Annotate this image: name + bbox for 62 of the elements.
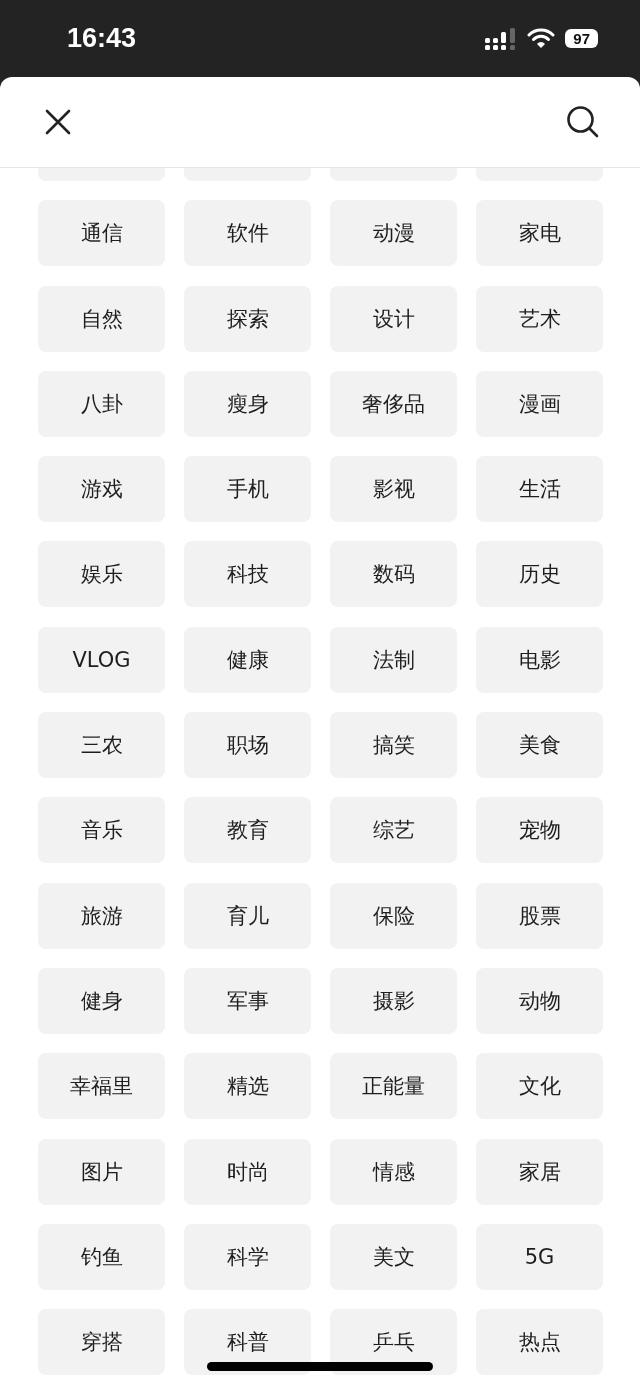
category-tag[interactable]: 艺术: [476, 285, 603, 352]
category-tag[interactable]: 设计: [330, 285, 457, 352]
category-tag[interactable]: 时尚: [184, 1138, 311, 1205]
category-tag[interactable]: 通信: [38, 200, 165, 267]
category-tag[interactable]: 科学: [184, 1223, 311, 1290]
category-tag[interactable]: 电影: [476, 626, 603, 693]
category-tag[interactable]: 健身: [38, 967, 165, 1034]
category-tag[interactable]: 热点: [476, 1309, 603, 1376]
category-tag[interactable]: 宠物: [476, 797, 603, 864]
category-tag[interactable]: 职场: [184, 712, 311, 779]
category-tag[interactable]: VLOG: [38, 626, 165, 693]
category-tag[interactable]: 三农: [38, 712, 165, 779]
category-tag[interactable]: 家居: [476, 1138, 603, 1205]
category-tag[interactable]: 旅游: [38, 882, 165, 949]
category-tag[interactable]: 综艺: [330, 797, 457, 864]
category-tag[interactable]: 法制: [330, 626, 457, 693]
battery-level: 97: [565, 29, 598, 48]
category-tag[interactable]: 5G: [476, 1223, 603, 1290]
status-time: 16:43: [67, 23, 137, 54]
category-tag[interactable]: 文化: [476, 1053, 603, 1120]
category-tag[interactable]: 幸福里: [38, 1053, 165, 1120]
category-tag[interactable]: 生活: [476, 456, 603, 523]
search-button[interactable]: [566, 105, 600, 139]
category-tag[interactable]: 教育: [184, 797, 311, 864]
category-tag[interactable]: 育儿: [184, 882, 311, 949]
close-button[interactable]: [44, 108, 72, 136]
category-tag[interactable]: 健康: [184, 626, 311, 693]
category-tag[interactable]: 手机: [184, 456, 311, 523]
category-tag[interactable]: 探索: [184, 285, 311, 352]
category-tag[interactable]: 乒乓: [330, 1309, 457, 1376]
signal-icon: [485, 27, 518, 50]
category-tag[interactable]: 钓鱼: [38, 1223, 165, 1290]
category-tag[interactable]: 摄影: [330, 967, 457, 1034]
category-tag[interactable]: 图片: [38, 1138, 165, 1205]
category-tag[interactable]: 奢侈品: [330, 370, 457, 437]
category-tag[interactable]: 娱乐: [38, 541, 165, 608]
category-tag[interactable]: 软件: [184, 200, 311, 267]
category-tag[interactable]: 自然: [38, 285, 165, 352]
category-tag[interactable]: 军事: [184, 967, 311, 1034]
category-tag[interactable]: 精选: [184, 1053, 311, 1120]
category-tag[interactable]: 正能量: [330, 1053, 457, 1120]
category-tag[interactable]: 音乐: [38, 797, 165, 864]
category-tag[interactable]: 科技: [184, 541, 311, 608]
category-tag[interactable]: 动物: [476, 967, 603, 1034]
category-tag[interactable]: 动漫: [330, 200, 457, 267]
category-tag[interactable]: 八卦: [38, 370, 165, 437]
category-tag[interactable]: 历史: [476, 541, 603, 608]
category-tag[interactable]: 数码: [330, 541, 457, 608]
wifi-icon: [527, 28, 556, 49]
category-tag[interactable]: 瘦身: [184, 370, 311, 437]
category-tag[interactable]: 股票: [476, 882, 603, 949]
category-tag[interactable]: 游戏: [38, 456, 165, 523]
category-tag[interactable]: 科普: [184, 1309, 311, 1376]
category-tag[interactable]: 情感: [330, 1138, 457, 1205]
category-tag[interactable]: 漫画: [476, 370, 603, 437]
category-tag[interactable]: 搞笑: [330, 712, 457, 779]
category-tag[interactable]: 家电: [476, 200, 603, 267]
category-tag[interactable]: 保险: [330, 882, 457, 949]
category-tag[interactable]: 穿搭: [38, 1309, 165, 1376]
category-tag[interactable]: 美文: [330, 1223, 457, 1290]
category-tag[interactable]: 影视: [330, 456, 457, 523]
category-tag[interactable]: 美食: [476, 712, 603, 779]
